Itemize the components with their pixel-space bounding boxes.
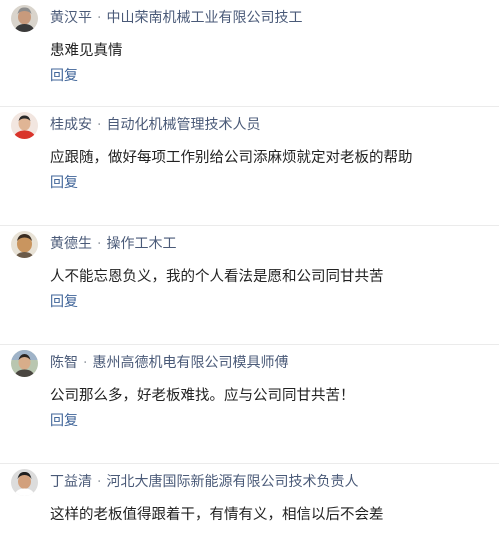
- author-name[interactable]: 黄汉平: [50, 10, 92, 26]
- comment-text: 人不能忘恩负义，我的个人看法是愿和公司同甘共苦: [50, 269, 384, 285]
- comment-item: 桂成安 · 自动化机械管理技术人员 应跟随，做好每项工作别给公司添麻烦就定对老板的帮…: [0, 107, 499, 226]
- comment-text: 公司那么多，好老板难找。应与公司同甘共苦！: [50, 388, 355, 404]
- author-title: 中山荣南机械工业有限公司技工: [106, 10, 303, 26]
- user-avatar-red-shirt-icon[interactable]: [11, 112, 38, 139]
- author-name[interactable]: 丁益清: [50, 474, 92, 490]
- separator-dot: ·: [97, 117, 102, 133]
- author-name[interactable]: 桂成安: [50, 117, 92, 133]
- separator-dot: ·: [97, 10, 102, 26]
- author-title: 操作工木工: [106, 236, 177, 252]
- comment-item: 陈智 · 惠州高德机电有限公司模具师傅 公司那么多，好老板难找。应与公司同甘共苦！ …: [0, 345, 499, 464]
- author-name[interactable]: 黄德生: [50, 236, 92, 252]
- author-title: 自动化机械管理技术人员: [106, 117, 261, 133]
- comment-item: 丁益清 · 河北大唐国际新能源有限公司技术负责人 这样的老板值得跟着干，有情有义，相…: [0, 464, 499, 544]
- comment-item: 黄汉平 · 中山荣南机械工业有限公司技工 患难见真情 回复: [0, 0, 499, 107]
- reply-button[interactable]: 回复: [50, 411, 78, 431]
- comment-text: 这样的老板值得跟着干，有情有义，相信以后不会差: [50, 507, 384, 523]
- author-title: 惠州高德机电有限公司模具师傅: [92, 355, 289, 371]
- comment-header: 丁益清 · 河北大唐国际新能源有限公司技术负责人: [50, 472, 358, 492]
- user-avatar-outdoor-icon[interactable]: [11, 350, 38, 377]
- comment-header: 黄汉平 · 中山荣南机械工业有限公司技工: [50, 8, 302, 28]
- comment-text: 患难见真情: [50, 43, 123, 59]
- user-avatar-gray-hair-icon[interactable]: [11, 5, 38, 32]
- author-title: 河北大唐国际新能源有限公司技术负责人: [106, 474, 359, 490]
- comment-text: 应跟随，做好每项工作别给公司添麻烦就定对老板的帮助: [50, 150, 413, 166]
- reply-button[interactable]: 回复: [50, 292, 78, 312]
- separator-dot: ·: [83, 355, 88, 371]
- comment-header: 桂成安 · 自动化机械管理技术人员: [50, 115, 260, 135]
- comment-header: 陈智 · 惠州高德机电有限公司模具师傅: [50, 353, 288, 373]
- separator-dot: ·: [97, 474, 102, 490]
- comment-item: 黄德生 · 操作工木工 人不能忘恩负义，我的个人看法是愿和公司同甘共苦 回复: [0, 226, 499, 345]
- reply-button[interactable]: 回复: [50, 66, 78, 86]
- user-avatar-short-hair-icon[interactable]: [11, 469, 38, 496]
- reply-button[interactable]: 回复: [50, 173, 78, 193]
- user-avatar-tan-face-icon[interactable]: [11, 231, 38, 258]
- comment-list: 黄汉平 · 中山荣南机械工业有限公司技工 患难见真情 回复 桂成安 · 自动化机械管理技…: [0, 0, 499, 544]
- comment-header: 黄德生 · 操作工木工: [50, 234, 176, 254]
- author-name[interactable]: 陈智: [50, 355, 78, 371]
- separator-dot: ·: [97, 236, 102, 252]
